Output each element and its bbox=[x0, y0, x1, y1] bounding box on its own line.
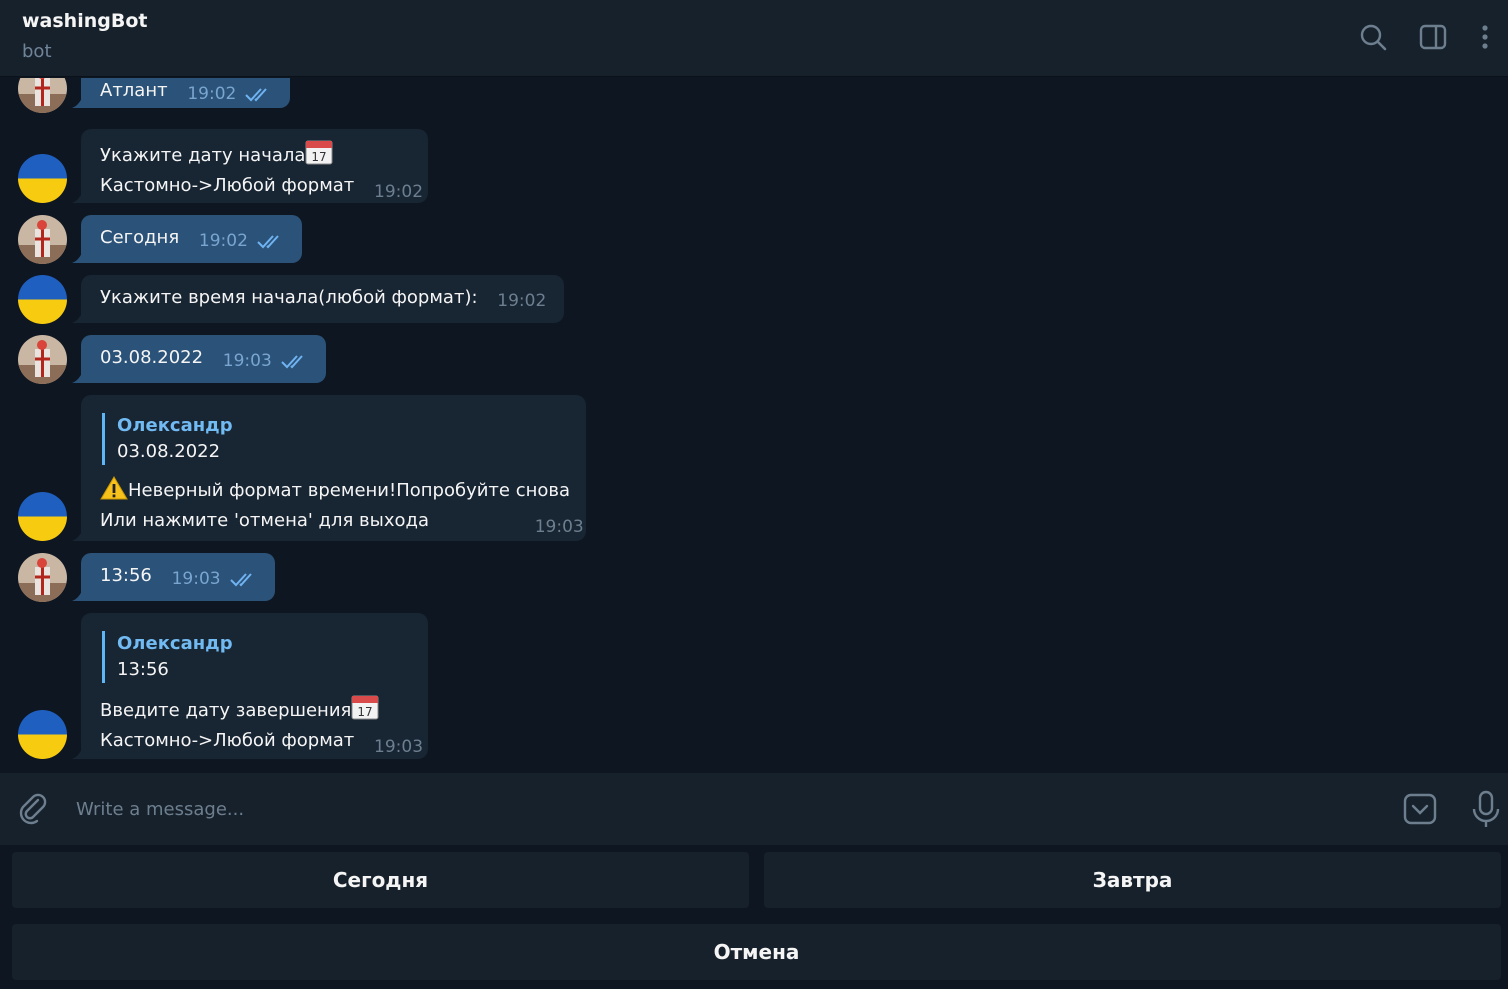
calendar-icon: 17 bbox=[305, 139, 333, 173]
sidebar-toggle-icon[interactable] bbox=[1418, 22, 1448, 52]
keyboard-button-tomorrow[interactable]: Завтра bbox=[764, 852, 1501, 908]
message-meta: 19:02 bbox=[187, 81, 272, 107]
message-meta: 19:03 bbox=[374, 734, 423, 760]
warning-icon bbox=[100, 476, 128, 508]
message-composer bbox=[0, 773, 1508, 845]
message-list[interactable]: Атлант 19:02 Укажите дату начала 17 Касто… bbox=[0, 78, 1508, 773]
read-checks-icon bbox=[280, 353, 308, 369]
message-time: 19:03 bbox=[222, 351, 272, 371]
message-bubble-outgoing[interactable]: Атлант 19:02 bbox=[81, 78, 291, 108]
search-icon[interactable] bbox=[1358, 22, 1388, 52]
message-meta: 19:02 bbox=[497, 288, 546, 314]
more-menu-icon[interactable] bbox=[1470, 22, 1500, 52]
message-time: 19:02 bbox=[374, 182, 424, 202]
user-avatar[interactable] bbox=[18, 78, 67, 113]
message-bubble-outgoing[interactable]: 13:56 19:03 bbox=[81, 553, 275, 601]
bot-reply-keyboard: Сегодня Завтра Отмена bbox=[0, 845, 1508, 989]
user-avatar[interactable] bbox=[18, 335, 67, 384]
message-text: Укажите дату начала bbox=[100, 145, 306, 166]
chat-title[interactable]: washingBot bbox=[22, 10, 147, 32]
reply-author: Олександр bbox=[117, 415, 233, 436]
read-checks-icon bbox=[244, 86, 272, 102]
chat-header[interactable]: washingBot bot bbox=[0, 0, 1508, 77]
message-time: 19:03 bbox=[534, 517, 584, 537]
bot-avatar[interactable] bbox=[18, 492, 67, 541]
message-bubble-outgoing[interactable]: 03.08.2022 19:03 bbox=[81, 335, 326, 383]
message-text: Кастомно->Любой формат bbox=[100, 175, 355, 196]
calendar-icon: 17 bbox=[351, 694, 379, 728]
reply-quote[interactable]: Олександр 03.08.2022 bbox=[102, 413, 568, 465]
reply-text: 03.08.2022 bbox=[117, 441, 221, 462]
message-input[interactable] bbox=[76, 791, 1376, 827]
svg-text:17: 17 bbox=[312, 150, 327, 164]
message-bubble-outgoing[interactable]: Сегодня 19:02 bbox=[81, 215, 302, 263]
user-avatar[interactable] bbox=[18, 553, 67, 602]
microphone-icon[interactable] bbox=[1468, 789, 1504, 829]
message-bubble-incoming[interactable]: Олександр 03.08.2022 Неверный формат вре… bbox=[81, 395, 586, 541]
message-meta: 19:02 bbox=[374, 179, 423, 205]
attach-icon[interactable] bbox=[16, 791, 50, 825]
reply-author: Олександр bbox=[117, 633, 233, 654]
message-bubble-incoming[interactable]: Олександр 13:56 Введите дату завершения 1… bbox=[81, 613, 428, 759]
message-text: 03.08.2022 bbox=[100, 347, 204, 368]
telegram-chat-window: washingBot bot Атлант 19:02 Укажите дату… bbox=[0, 0, 1508, 989]
message-bubble-incoming[interactable]: Укажите дату начала 17 Кастомно->Любой фо… bbox=[81, 129, 428, 203]
chat-subtitle: bot bbox=[22, 41, 52, 62]
reply-quote[interactable]: Олександр 13:56 bbox=[102, 631, 410, 683]
message-text: Или нажмите 'отмена' для выхода bbox=[100, 510, 429, 531]
read-checks-icon bbox=[229, 571, 257, 587]
message-time: 19:02 bbox=[187, 84, 237, 104]
bot-avatar[interactable] bbox=[18, 710, 67, 759]
bot-avatar[interactable] bbox=[18, 275, 67, 324]
message-text: Введите дату завершения bbox=[100, 700, 352, 721]
message-meta: 19:02 bbox=[199, 228, 284, 254]
message-time: 19:03 bbox=[171, 569, 221, 589]
message-text: Сегодня bbox=[100, 227, 180, 248]
read-checks-icon bbox=[256, 233, 284, 249]
message-bubble-incoming[interactable]: Укажите время начала(любой формат): 19:0… bbox=[81, 275, 565, 323]
message-time: 19:03 bbox=[374, 737, 424, 757]
message-text: Кастомно->Любой формат bbox=[100, 730, 355, 751]
bot-keyboard-toggle-icon[interactable] bbox=[1402, 791, 1438, 827]
message-time: 19:02 bbox=[497, 291, 547, 311]
message-meta: 19:03 bbox=[172, 566, 257, 592]
message-text: Укажите время начала(любой формат): bbox=[100, 287, 478, 308]
message-meta: 19:03 bbox=[223, 348, 308, 374]
svg-text:17: 17 bbox=[358, 705, 373, 719]
bot-avatar[interactable] bbox=[18, 154, 67, 203]
reply-text: 13:56 bbox=[117, 659, 169, 680]
keyboard-button-today[interactable]: Сегодня bbox=[12, 852, 749, 908]
message-time: 19:02 bbox=[198, 231, 248, 251]
keyboard-button-cancel[interactable]: Отмена bbox=[12, 924, 1501, 980]
message-text: Неверный формат времени!Попробуйте снова bbox=[128, 480, 571, 501]
message-text: Атлант bbox=[100, 80, 168, 101]
message-text: 13:56 bbox=[100, 565, 152, 586]
user-avatar[interactable] bbox=[18, 215, 67, 264]
message-meta: 19:03 bbox=[535, 514, 584, 540]
